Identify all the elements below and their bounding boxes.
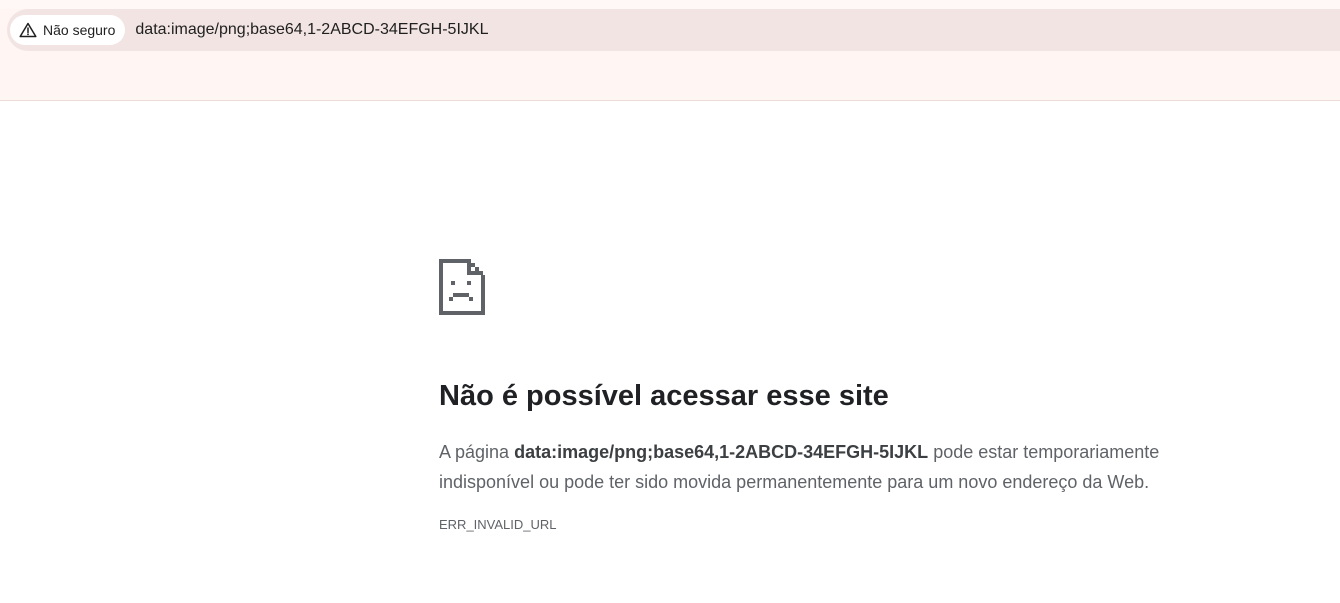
error-message-url: data:image/png;base64,1-2ABCD-34EFGH-5IJ… xyxy=(514,442,929,462)
error-title: Não é possível acessar esse site xyxy=(439,380,889,412)
error-page-content: Não é possível acessar esse site A págin… xyxy=(439,259,1219,532)
warning-triangle-icon xyxy=(19,22,37,38)
security-status-label: Não seguro xyxy=(43,22,116,38)
error-message: A página data:image/png;base64,1-2ABCD-3… xyxy=(439,437,1199,497)
browser-toolbar: Não seguro data:image/png;base64,1-2ABCD… xyxy=(0,0,1340,101)
error-message-prefix: A página xyxy=(439,442,515,462)
address-bar[interactable]: Não seguro data:image/png;base64,1-2ABCD… xyxy=(7,9,1340,51)
sad-page-icon xyxy=(439,259,1219,315)
url-text[interactable]: data:image/png;base64,1-2ABCD-34EFGH-5IJ… xyxy=(135,21,488,39)
tab-strip-edge xyxy=(0,0,1340,9)
error-code: ERR_INVALID_URL xyxy=(439,517,557,532)
security-status-chip[interactable]: Não seguro xyxy=(10,15,126,45)
